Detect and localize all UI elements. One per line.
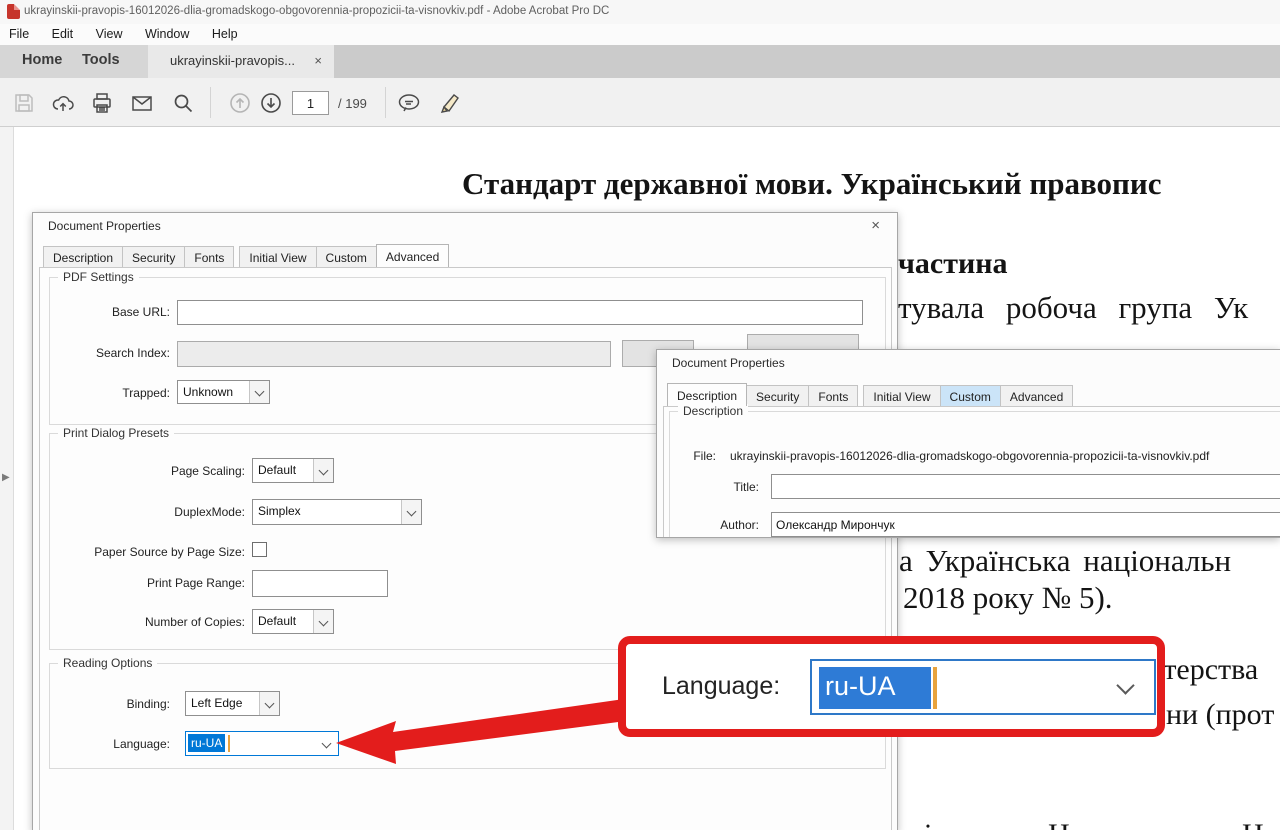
previous-page-icon[interactable] xyxy=(228,91,252,115)
duplex-mode-dropdown[interactable]: Simplex xyxy=(252,499,422,525)
search-icon[interactable] xyxy=(171,91,195,115)
dialog-title: Document Properties xyxy=(48,219,161,233)
search-index-input xyxy=(177,341,611,367)
trapped-dropdown[interactable]: Unknown xyxy=(177,380,270,404)
language-label: Language: xyxy=(50,737,170,751)
binding-label: Binding: xyxy=(50,697,170,711)
document-properties-dialog-description: Document Properties DescriptionSecurityF… xyxy=(656,349,1280,538)
toolbar-divider xyxy=(385,87,386,118)
menu-help[interactable]: Help xyxy=(203,24,247,44)
title-input[interactable] xyxy=(771,474,1280,499)
group-label: Reading Options xyxy=(58,656,157,670)
base-url-input[interactable] xyxy=(177,300,863,325)
author-input[interactable] xyxy=(771,512,1280,537)
menu-view[interactable]: View xyxy=(87,24,132,44)
tab-initial-view[interactable]: Initial View xyxy=(863,385,940,406)
page-total-label: / 199 xyxy=(338,96,367,111)
doc-fragment: тувала робоча група Ук xyxy=(898,290,1248,326)
text-caret xyxy=(228,735,230,752)
search-index-label: Search Index: xyxy=(50,346,170,360)
doc-fragment: ни (прот xyxy=(1166,698,1274,732)
callout-language-selected-text: ru-UA xyxy=(819,667,931,709)
highlighter-icon[interactable] xyxy=(436,91,460,115)
tab-document[interactable]: ukrayinskii-pravopis... × xyxy=(148,45,334,78)
chevron-down-icon xyxy=(1116,676,1134,694)
tabbar-shade xyxy=(334,45,1280,78)
tab-custom[interactable]: Custom xyxy=(316,246,377,267)
tab-fonts[interactable]: Fonts xyxy=(184,246,234,267)
paper-source-checkbox[interactable] xyxy=(252,542,267,557)
group-label: Print Dialog Presets xyxy=(58,426,174,440)
menu-edit[interactable]: Edit xyxy=(43,24,83,44)
doc-clipped-line: і Н Н xyxy=(900,818,1280,830)
save-icon[interactable] xyxy=(12,91,36,115)
close-icon[interactable]: × xyxy=(871,217,880,234)
doc-fragment: а Українська національн xyxy=(899,543,1231,579)
email-icon[interactable] xyxy=(130,91,154,115)
language-callout-box: Language: ru-UA xyxy=(618,636,1165,737)
tab-custom[interactable]: Custom xyxy=(940,385,1001,406)
title-label: Title: xyxy=(670,480,759,494)
doc-fragment: стерства xyxy=(1150,653,1258,687)
tab-advanced[interactable]: Advanced xyxy=(1000,385,1073,406)
paper-source-label: Paper Source by Page Size: xyxy=(50,545,245,559)
titlebar: ukrayinskii-pravopis-16012026-dlia-groma… xyxy=(0,0,1280,24)
file-label: File: xyxy=(670,449,716,463)
page-scaling-label: Page Scaling: xyxy=(50,464,245,478)
menubar: File Edit View Window Help xyxy=(0,24,1280,45)
next-page-icon[interactable] xyxy=(259,91,283,115)
cloud-upload-icon[interactable] xyxy=(51,91,75,115)
duplex-mode-label: DuplexMode: xyxy=(50,505,245,519)
author-label: Author: xyxy=(670,518,759,532)
doc-fragment: частина xyxy=(898,247,1008,281)
tab-description[interactable]: Description xyxy=(667,383,747,406)
tab-description[interactable]: Description xyxy=(43,246,123,267)
navigation-pane-rail: ▶ xyxy=(0,127,14,830)
chevron-down-icon xyxy=(322,739,332,749)
tab-close-icon[interactable]: × xyxy=(314,53,322,68)
pdf-app-icon xyxy=(7,4,20,19)
trapped-label: Trapped: xyxy=(50,386,170,400)
text-caret xyxy=(933,667,937,709)
print-icon[interactable] xyxy=(90,91,114,115)
copies-label: Number of Copies: xyxy=(50,615,245,629)
language-dropdown[interactable]: ru-UA xyxy=(185,731,339,756)
tab-security[interactable]: Security xyxy=(746,385,809,406)
tab-initial-view[interactable]: Initial View xyxy=(239,246,316,267)
main-toolbar: / 199 xyxy=(0,78,1280,127)
binding-dropdown[interactable]: Left Edge xyxy=(185,691,280,716)
comment-icon[interactable] xyxy=(396,91,420,115)
tab-document-label: ukrayinskii-pravopis... xyxy=(170,53,295,68)
callout-language-dropdown[interactable]: ru-UA xyxy=(810,659,1156,715)
page-scaling-dropdown[interactable]: Default xyxy=(252,458,334,483)
page-range-label: Print Page Range: xyxy=(50,576,245,590)
doc-heading: Стандарт державної мови. Український пра… xyxy=(462,166,1161,202)
base-url-label: Base URL: xyxy=(50,305,170,319)
expand-panel-icon[interactable]: ▶ xyxy=(2,472,10,483)
tab-security[interactable]: Security xyxy=(122,246,185,267)
description-group: Description File: ukrayinskii-pravopis-1… xyxy=(669,411,1280,538)
toolbar-divider xyxy=(210,87,211,118)
dialog-title: Document Properties xyxy=(672,356,785,370)
menu-file[interactable]: File xyxy=(0,24,38,44)
copies-dropdown[interactable]: Default xyxy=(252,609,334,634)
callout-language-label: Language: xyxy=(662,672,780,701)
window-title: ukrayinskii-pravopis-16012026-dlia-groma… xyxy=(24,5,609,17)
tab-advanced[interactable]: Advanced xyxy=(376,244,449,267)
menu-window[interactable]: Window xyxy=(136,24,198,44)
doc-fragment: 2018 року № 5). xyxy=(903,580,1113,616)
file-value: ukrayinskii-pravopis-16012026-dlia-groma… xyxy=(730,449,1209,463)
group-label: PDF Settings xyxy=(58,270,139,284)
app-tabbar: Home Tools ukrayinskii-pravopis... × xyxy=(0,45,1280,78)
tab-home[interactable]: Home xyxy=(8,45,76,78)
group-label: Description xyxy=(678,404,748,418)
tab-tools[interactable]: Tools xyxy=(68,45,134,78)
language-selected-text: ru-UA xyxy=(188,734,225,752)
page-number-input[interactable] xyxy=(292,91,329,115)
page-range-input[interactable] xyxy=(252,570,388,597)
tab-fonts[interactable]: Fonts xyxy=(808,385,858,406)
